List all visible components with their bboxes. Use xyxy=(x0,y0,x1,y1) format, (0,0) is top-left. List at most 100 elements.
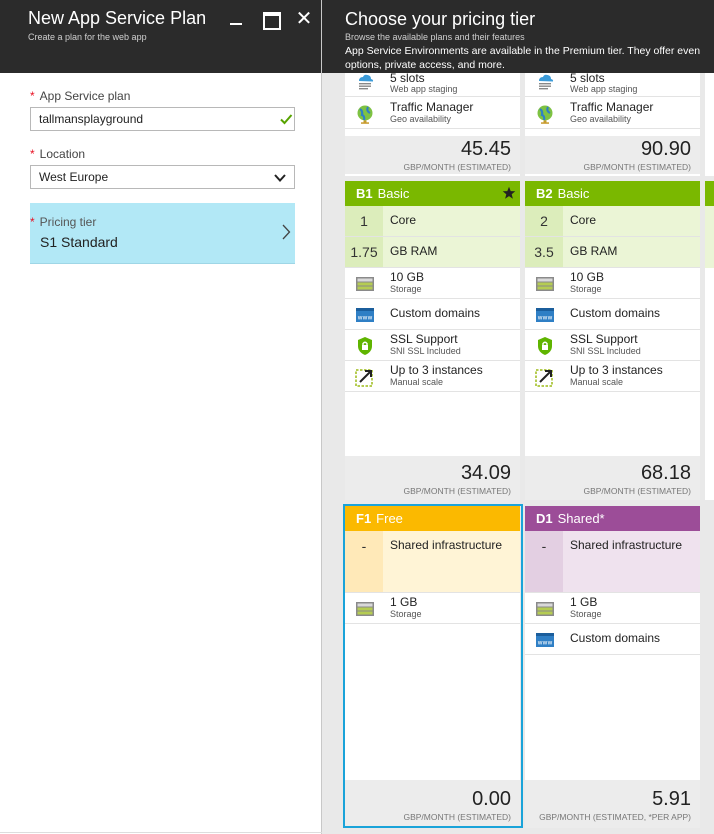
core-label: Core xyxy=(390,213,417,227)
feature-scale: Up to 3 instances Manual scale xyxy=(525,361,700,392)
price-unit: GBP/MONTH (ESTIMATED) xyxy=(583,162,691,172)
feature-custom-domains: www Custom domains xyxy=(525,299,700,330)
price-value: 68.18 xyxy=(640,462,691,484)
traffic-manager-title: Traffic Manager xyxy=(570,100,654,114)
slots-title: 5 slots xyxy=(570,71,605,85)
feature-storage: 1 GB Storage xyxy=(345,593,520,624)
feature-custom-domains: www Custom domains xyxy=(345,299,520,330)
tier-code: B1 xyxy=(356,186,373,201)
tier-code: F1 xyxy=(356,511,372,526)
feature-slots: 5 slots Web app staging xyxy=(345,69,520,97)
chevron-down-icon xyxy=(274,174,286,182)
shared-infrastructure-label: Shared infrastructure xyxy=(570,538,683,552)
tier-header: B1 Basic xyxy=(345,181,520,206)
close-button[interactable]: ✕ xyxy=(294,9,314,29)
scale-title: Up to 3 instances xyxy=(570,363,663,377)
storage-title: 1 GB xyxy=(390,595,418,609)
scale-icon xyxy=(355,369,373,387)
core-count: 1 xyxy=(345,206,383,236)
feature-ram: 1.75 GB RAM xyxy=(345,237,520,268)
minimize-button[interactable] xyxy=(226,9,246,29)
traffic-manager-title: Traffic Manager xyxy=(390,100,474,114)
location-label: * Location xyxy=(30,147,86,161)
feature-scale: Up to 3 instances Manual scale xyxy=(345,361,520,392)
custom-domains-label: Custom domains xyxy=(570,306,661,320)
price-unit: GBP/MONTH (ESTIMATED) xyxy=(403,486,511,496)
svg-text:www: www xyxy=(538,315,553,322)
pricing-card-b1[interactable]: B1 Basic 1 Core 1.75 GB RAM 10 GB Storage… xyxy=(345,181,520,500)
pricing-tier-blade: Choose your pricing tier Browse the avai… xyxy=(322,0,714,834)
dash: - xyxy=(345,531,383,562)
pricing-card-partial xyxy=(705,60,714,176)
blade-subtitle: Create a plan for the web app xyxy=(28,32,147,42)
traffic-manager-subtitle: Geo availability xyxy=(390,114,452,124)
tier-header: B2 Basic xyxy=(525,181,700,206)
required-marker: * xyxy=(30,147,35,161)
tier-header: D1 Shared* xyxy=(525,506,700,531)
feature-storage: 10 GB Storage xyxy=(345,268,520,299)
ssl-subtitle: SNI SSL Included xyxy=(390,346,461,356)
price-value: 5.91 xyxy=(652,788,691,810)
price-unit: GBP/MONTH (ESTIMATED) xyxy=(403,162,511,172)
storage-subtitle: Storage xyxy=(390,284,422,294)
required-marker: * xyxy=(30,215,35,229)
app-service-plan-input[interactable] xyxy=(30,107,295,131)
price-value: 45.45 xyxy=(460,138,511,160)
price-unit: GBP/MONTH (ESTIMATED) xyxy=(583,486,691,496)
scale-icon xyxy=(535,369,553,387)
ssl-subtitle: SNI SSL Included xyxy=(570,346,641,356)
shared-infrastructure-label: Shared infrastructure xyxy=(390,538,503,552)
price-value: 90.90 xyxy=(640,138,691,160)
blade-bottom-border xyxy=(0,832,322,833)
chevron-right-icon xyxy=(282,224,291,240)
svg-text:www: www xyxy=(358,315,373,322)
location-select[interactable]: West Europe xyxy=(30,165,295,189)
required-marker: * xyxy=(30,89,35,103)
pricing-tier-selector[interactable]: * Pricing tier S1 Standard xyxy=(30,203,295,264)
feature-traffic-manager: Traffic Manager Geo availability xyxy=(525,98,700,129)
storage-subtitle: Storage xyxy=(570,609,602,619)
dash: - xyxy=(525,531,563,562)
pricing-tier-label: * Pricing tier xyxy=(30,215,97,229)
price-box: 90.90 GBP/MONTH (ESTIMATED) xyxy=(525,136,700,174)
pricing-card-s2[interactable]: 5 slots Web app staging Traffic Manager … xyxy=(525,60,700,176)
globe-icon xyxy=(537,105,553,124)
traffic-manager-subtitle: Geo availability xyxy=(570,114,632,124)
ssl-title: SSL Support xyxy=(390,332,458,346)
storage-subtitle: Storage xyxy=(390,609,422,619)
ssl-shield-icon xyxy=(358,337,372,355)
check-icon xyxy=(280,114,293,125)
globe-icon xyxy=(357,105,373,124)
pricing-card-f1[interactable]: F1 Free - Shared infrastructure 1 GB Stor… xyxy=(345,506,520,828)
tier-code: B2 xyxy=(536,186,553,201)
cloud-slots-icon xyxy=(359,74,374,90)
www-icon: www xyxy=(536,308,554,322)
slots-title: 5 slots xyxy=(390,71,425,85)
storage-icon xyxy=(536,602,554,616)
ram-label: GB RAM xyxy=(390,244,438,258)
price-box: 45.45 GBP/MONTH (ESTIMATED) xyxy=(345,136,520,174)
new-app-service-plan-blade: New App Service Plan Create a plan for t… xyxy=(0,0,322,834)
feature-shared-infrastructure: - Shared infrastructure xyxy=(525,531,700,562)
maximize-button[interactable] xyxy=(260,9,281,30)
slots-subtitle: Web app staging xyxy=(390,84,458,94)
price-box: 0.00 GBP/MONTH (ESTIMATED) xyxy=(345,780,520,828)
ram-label: GB RAM xyxy=(570,244,618,258)
feature-ssl: SSL Support SNI SSL Included xyxy=(345,330,520,361)
feature-core: 2 Core xyxy=(525,206,700,237)
pricing-card-d1[interactable]: D1 Shared* - Shared infrastructure 1 GB S… xyxy=(525,506,700,828)
slots-subtitle: Web app staging xyxy=(570,84,638,94)
storage-title: 10 GB xyxy=(390,270,425,284)
pricing-card-s1[interactable]: 5 slots Web app staging Traffic Manager … xyxy=(345,60,520,176)
custom-domains-label: Custom domains xyxy=(390,306,481,320)
ram-amount: 3.5 xyxy=(525,237,563,267)
price-box: 34.09 GBP/MONTH (ESTIMATED) xyxy=(345,456,520,500)
blade-title: New App Service Plan xyxy=(28,8,207,28)
ase-notice: App Service Environments are available i… xyxy=(345,45,701,71)
storage-subtitle: Storage xyxy=(570,284,602,294)
blade-header: New App Service Plan Create a plan for t… xyxy=(0,0,321,73)
scale-subtitle: Manual scale xyxy=(570,377,624,387)
pricing-card-b2[interactable]: B2 Basic 2 Core 3.5 GB RAM 10 GB Storage … xyxy=(525,181,700,500)
tier-name: Shared* xyxy=(557,511,605,526)
storage-icon xyxy=(356,602,374,616)
